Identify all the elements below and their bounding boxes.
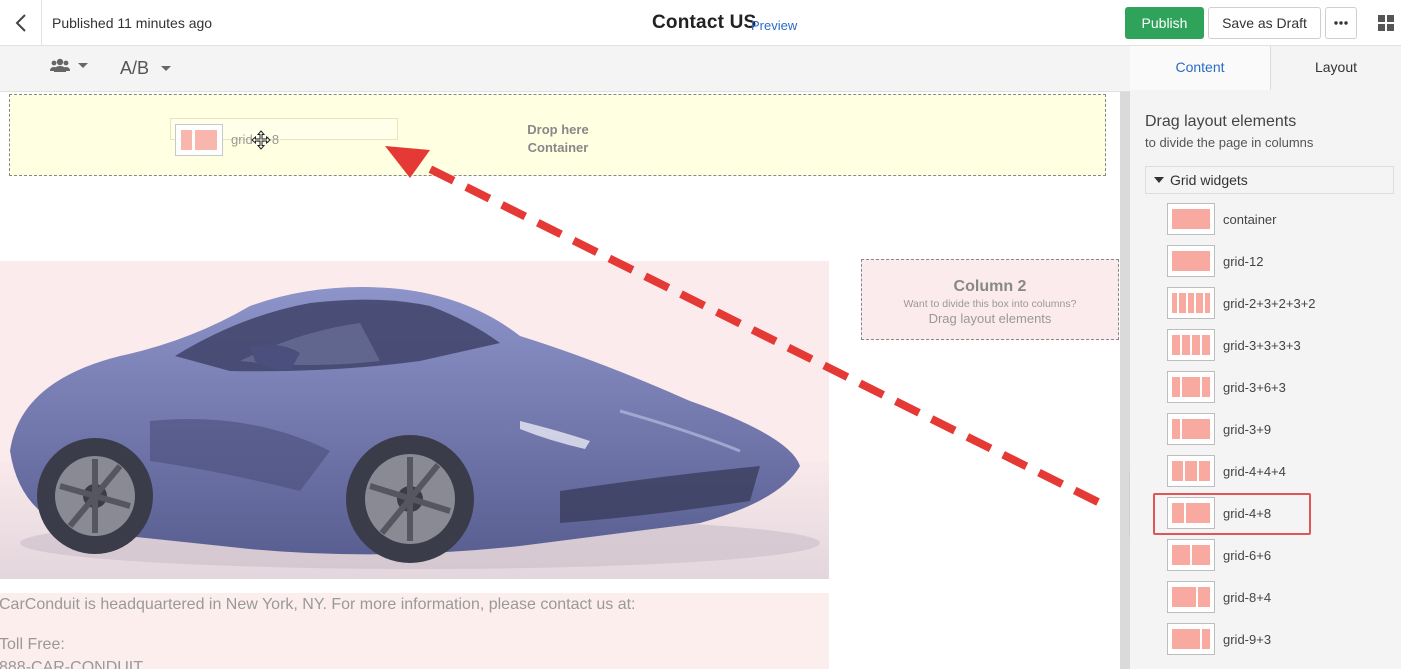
panel-splitter[interactable]	[1120, 92, 1130, 669]
widget-container[interactable]: container	[1165, 199, 1385, 241]
widget-label: grid-4+4+4	[1223, 464, 1286, 479]
panel-subheading: to divide the page in columns	[1145, 135, 1314, 150]
publish-button[interactable]: Publish	[1125, 7, 1204, 39]
column-2-title: Column 2	[953, 278, 1027, 295]
widget-grid-12[interactable]: grid-12	[1165, 241, 1385, 283]
audience-icon	[50, 58, 70, 72]
column-2-hint: Drag layout elements	[928, 311, 1052, 326]
caret-down-icon	[161, 66, 172, 71]
apps-grid-icon	[1377, 15, 1394, 31]
back-button[interactable]	[0, 0, 42, 46]
widget-thumbnail	[1167, 203, 1215, 235]
widget-grid-8-4[interactable]: grid-8+4	[1165, 577, 1385, 619]
widget-grid-6-6[interactable]: grid-6+6	[1165, 535, 1385, 577]
widget-label: grid-3+9	[1223, 422, 1272, 437]
panel-heading: Drag layout elements	[1145, 113, 1297, 130]
section-title: Grid widgets	[1170, 172, 1248, 188]
widget-thumbnail	[1167, 455, 1215, 487]
widget-thumbnail	[1167, 539, 1215, 571]
widget-label: grid-9+3	[1223, 632, 1272, 647]
widget-label: grid-6+6	[1223, 548, 1272, 563]
top-bar: Published 11 minutes ago Contact US Prev…	[0, 0, 1401, 46]
ab-test-dropdown[interactable]: A/B	[120, 58, 172, 79]
widget-thumbnail	[1167, 245, 1215, 277]
widget-label: grid-3+3+3+3	[1223, 338, 1301, 353]
widget-grid-2-3-2-3-2[interactable]: grid-2+3+2+3+2	[1165, 283, 1385, 325]
widget-grid-9-3[interactable]: grid-9+3	[1165, 619, 1385, 661]
drop-zone-label: Drop here Container	[508, 121, 608, 157]
triangle-down-icon	[1154, 177, 1164, 183]
apps-button[interactable]	[1370, 7, 1401, 39]
panel-tabs: Content Layout	[1130, 46, 1401, 90]
caret-down-icon	[78, 62, 88, 68]
widget-label: grid-12	[1223, 254, 1264, 269]
drag-ghost-thumbnail	[175, 124, 223, 156]
ab-label: A/B	[120, 58, 150, 78]
audience-dropdown[interactable]	[50, 58, 88, 72]
tab-layout[interactable]: Layout	[1270, 46, 1401, 90]
widget-label: grid-8+4	[1223, 590, 1272, 605]
more-options-button[interactable]	[1325, 7, 1357, 39]
widget-thumbnail	[1167, 623, 1215, 655]
move-cursor-icon	[251, 130, 271, 150]
column-2-placeholder[interactable]: Column 2 Want to divide this box into co…	[861, 259, 1119, 340]
widget-label: grid-3+6+3	[1223, 380, 1286, 395]
page-canvas: Drop here Container grid-4+8	[0, 92, 1120, 669]
widget-thumbnail	[1167, 413, 1215, 445]
body-text-line: CarConduit is headquartered in New York,…	[0, 596, 636, 613]
body-text-line: Toll Free:	[0, 636, 65, 653]
widget-label: grid-2+3+2+3+2	[1223, 296, 1316, 311]
widget-thumbnail	[1167, 371, 1215, 403]
save-draft-button[interactable]: Save as Draft	[1208, 7, 1321, 39]
widget-thumbnail	[1167, 581, 1215, 613]
widget-grid-3-3-3-3[interactable]: grid-3+3+3+3	[1165, 325, 1385, 367]
widget-thumbnail	[1167, 287, 1215, 319]
tab-content[interactable]: Content	[1130, 46, 1270, 90]
publish-status: Published 11 minutes ago	[52, 15, 213, 31]
page-title: Contact US	[652, 12, 757, 33]
widget-grid-3-6-3[interactable]: grid-3+6+3	[1165, 367, 1385, 409]
widget-grid-3-9[interactable]: grid-3+9	[1165, 409, 1385, 451]
widget-highlight-annotation	[1153, 493, 1311, 535]
widget-thumbnail	[1167, 329, 1215, 361]
column-2-subtitle: Want to divide this box into columns?	[903, 298, 1077, 310]
sports-car-image	[0, 287, 829, 579]
drop-zone-line1: Drop here	[527, 122, 589, 137]
hero-image-section[interactable]	[0, 261, 829, 579]
grid-widgets-section-toggle[interactable]: Grid widgets	[1145, 166, 1394, 194]
body-text-line: 888-CAR-CONDUIT	[0, 659, 144, 669]
preview-link[interactable]: Preview	[751, 18, 797, 33]
text-section[interactable]: CarConduit is headquartered in New York,…	[0, 593, 829, 669]
widget-label: container	[1223, 212, 1277, 227]
chevron-left-icon	[15, 14, 26, 32]
widget-grid-4-4-4[interactable]: grid-4+4+4	[1165, 451, 1385, 493]
drop-zone-line2: Container	[527, 140, 589, 155]
editor-toolbar: A/B	[0, 46, 1130, 92]
more-icon	[1334, 21, 1348, 25]
